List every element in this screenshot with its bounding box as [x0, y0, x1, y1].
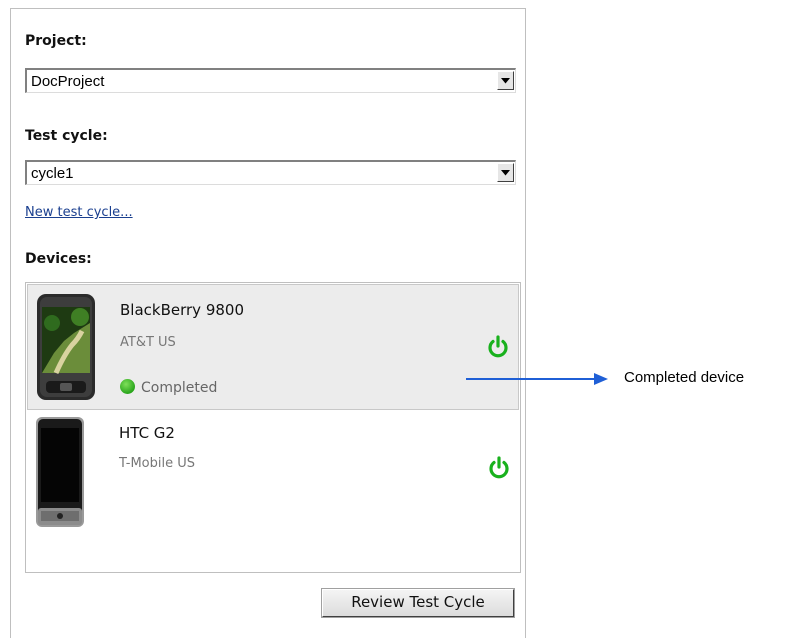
devices-label: Devices: [25, 251, 92, 267]
project-select[interactable]: DocProject [25, 68, 516, 93]
test-cycle-label: Test cycle: [25, 128, 108, 144]
new-test-cycle-link[interactable]: New test cycle... [25, 205, 133, 220]
project-label: Project: [25, 33, 87, 49]
device-item-blackberry-9800[interactable]: BlackBerry 9800 AT&T US Completed [27, 284, 519, 410]
device-carrier: T-Mobile US [119, 456, 195, 471]
test-cycle-select[interactable]: cycle1 [25, 160, 516, 185]
power-icon[interactable] [487, 456, 511, 480]
test-cycle-select-value: cycle1 [31, 165, 74, 182]
htc-phone-image [36, 417, 84, 527]
power-icon[interactable] [486, 335, 510, 359]
device-status: Completed [120, 379, 217, 396]
review-test-cycle-button[interactable]: Review Test Cycle [321, 588, 515, 618]
callout-line [466, 378, 596, 380]
chevron-down-icon[interactable] [497, 71, 514, 90]
project-select-value: DocProject [31, 73, 105, 90]
device-list: BlackBerry 9800 AT&T US Completed HTC G2… [25, 282, 521, 573]
device-item-htc-g2[interactable]: HTC G2 T-Mobile US [27, 410, 519, 540]
status-dot-icon [120, 379, 135, 394]
device-status-text: Completed [141, 380, 218, 396]
device-name: HTC G2 [119, 424, 175, 442]
arrow-right-icon [594, 373, 608, 385]
callout-label: Completed device [624, 369, 745, 386]
device-carrier: AT&T US [120, 335, 176, 350]
blackberry-phone-image [37, 294, 95, 400]
device-name: BlackBerry 9800 [120, 301, 244, 319]
chevron-down-icon[interactable] [497, 163, 514, 182]
